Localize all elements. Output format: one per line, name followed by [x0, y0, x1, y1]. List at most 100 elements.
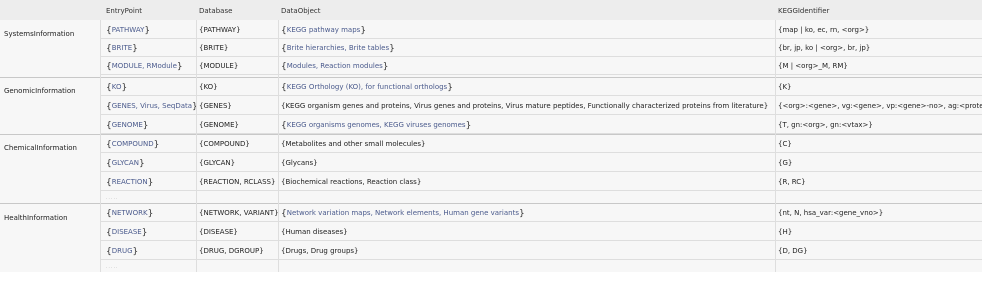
database-cell: {COMPOUND}	[199, 140, 250, 148]
row-divider	[100, 259, 982, 260]
data-object-cell: {Metabolites and other small molecules}	[281, 140, 426, 148]
kegg-identifier-cell: {<org>:<gene>, vg:<gene>, vp:<gene>-no>,…	[778, 102, 982, 110]
kegg-identifier-cell: {K}	[778, 83, 792, 91]
database-cell: {GLYCAN}	[199, 159, 236, 167]
group-label: ChemicalInformation	[4, 144, 77, 152]
entry-point-link[interactable]: KO	[112, 83, 122, 91]
entry-point-link[interactable]: DRUG	[112, 247, 133, 255]
close-brace: }	[142, 121, 149, 131]
table-header-row: EntryPoint Database DataObject KEGGIdent…	[0, 0, 982, 20]
entry-point-link[interactable]: NETWORK	[112, 209, 148, 217]
group-label: GenomicInformation	[4, 87, 76, 95]
entry-point-cell[interactable]: {GENOME}	[106, 120, 149, 131]
entry-point-cell[interactable]: {GLYCAN}	[106, 158, 145, 169]
kegg-identifier-cell: {T, gn:<org>, gn:<vtax>}	[778, 121, 873, 129]
close-brace: }	[389, 44, 395, 54]
column-divider	[196, 20, 197, 272]
entry-point-cell[interactable]: {NETWORK}	[106, 208, 153, 219]
entry-point-cell[interactable]: {PATHWAY}	[106, 25, 150, 36]
group-label: HealthInformation	[4, 214, 68, 222]
group-divider	[0, 203, 982, 204]
kegg-identifier-cell: {H}	[778, 228, 793, 236]
entry-point-cell[interactable]: {DRUG}	[106, 246, 138, 257]
database-cell: {DRUG, DGROUP}	[199, 247, 264, 255]
entry-point-cell[interactable]: {BRITE}	[106, 43, 138, 54]
entry-point-cell[interactable]: {COMPOUND}	[106, 139, 159, 150]
kegg-identifier-cell: {D, DG}	[778, 247, 808, 255]
database-cell: {GENES}	[199, 102, 232, 110]
data-object-cell[interactable]: {Brite hierarchies, Brite tables}	[281, 43, 395, 54]
data-object-link[interactable]: KEGG pathway maps	[287, 26, 361, 34]
entry-point-link[interactable]: GENES, Virus, SeqData	[112, 102, 192, 110]
close-brace: }	[132, 247, 139, 257]
database-cell: {MODULE}	[199, 62, 239, 70]
database-cell: {NETWORK, VARIANT}	[199, 209, 279, 217]
data-object-link[interactable]: Modules, Reaction modules	[287, 62, 383, 70]
entry-point-link[interactable]: GLYCAN	[112, 159, 139, 167]
database-cell: {REACTION, RCLASS}	[199, 178, 276, 186]
kegg-identifier-cell: {C}	[778, 140, 792, 148]
entry-point-link[interactable]: MODULE, RModule	[112, 62, 177, 70]
entry-point-cell[interactable]: {MODULE, RModule}	[106, 61, 183, 72]
entry-point-cell[interactable]: {DISEASE}	[106, 227, 147, 238]
data-object-link[interactable]: Brite hierarchies, Brite tables	[287, 44, 389, 52]
row-divider	[100, 74, 982, 75]
data-object-cell: {KEGG organism genes and proteins, Virus…	[281, 102, 769, 110]
entry-point-cell[interactable]: {KO}	[106, 82, 127, 93]
entry-point-link[interactable]: PATHWAY	[112, 26, 145, 34]
close-brace: }	[138, 159, 145, 169]
column-divider	[278, 20, 279, 272]
group-divider	[0, 134, 982, 135]
kegg-identifier-cell: {map | ko, ec, rn, <org>}	[778, 26, 870, 34]
close-brace: }	[176, 62, 183, 72]
column-header-dataobject: DataObject	[281, 7, 321, 15]
data-object-cell: {Glycans}	[281, 159, 318, 167]
entry-point-link[interactable]: COMPOUND	[112, 140, 154, 148]
data-object-link[interactable]: KEGG organisms genomes, KEGG viruses gen…	[287, 121, 466, 129]
data-object-link[interactable]: Network variation maps, Network elements…	[287, 209, 519, 217]
close-brace: }	[144, 26, 151, 36]
kegg-identifier-cell: {M | <org>_M, RM}	[778, 62, 848, 70]
column-header-entrypoint: EntryPoint	[106, 7, 143, 15]
close-brace: }	[382, 62, 389, 72]
entry-point-cell[interactable]: {REACTION}	[106, 177, 153, 188]
column-divider	[100, 20, 101, 272]
more-rows-indicator[interactable]: · · · · ·	[106, 263, 117, 273]
close-brace: }	[519, 209, 525, 219]
close-brace: }	[153, 140, 160, 150]
data-object-cell[interactable]: {KEGG Orthology (KO), for functional ort…	[281, 82, 453, 93]
data-object-cell: {Drugs, Drug groups}	[281, 247, 359, 255]
database-cell: {GENOME}	[199, 121, 239, 129]
data-object-link[interactable]: KEGG Orthology (KO), for functional orth…	[287, 83, 447, 91]
close-brace: }	[147, 178, 154, 188]
data-object-cell: {Human diseases}	[281, 228, 348, 236]
database-cell: {KO}	[199, 83, 218, 91]
column-header-keggidentifier: KEGGIdentifier	[778, 7, 830, 15]
column-divider	[775, 20, 776, 272]
group-label: SystemsInformation	[4, 30, 75, 38]
data-object-cell[interactable]: {KEGG pathway maps}	[281, 25, 366, 36]
database-cell: {DISEASE}	[199, 228, 238, 236]
kegg-identifier-cell: {br, jp, ko | <org>, br, jp}	[778, 44, 871, 52]
kegg-dataset-table: EntryPoint Database DataObject KEGGIdent…	[0, 0, 982, 284]
entry-point-link[interactable]: BRITE	[112, 44, 132, 52]
column-header-database: Database	[199, 7, 233, 15]
entry-point-link[interactable]: REACTION	[112, 178, 148, 186]
database-cell: {BRITE}	[199, 44, 229, 52]
database-cell: {PATHWAY}	[199, 26, 241, 34]
table-row	[100, 77, 982, 96]
data-object-cell: {Biochemical reactions, Reaction class}	[281, 178, 422, 186]
entry-point-link[interactable]: DISEASE	[112, 228, 142, 236]
entry-point-link[interactable]: GENOME	[112, 121, 143, 129]
kegg-identifier-cell: {R, RC}	[778, 178, 806, 186]
close-brace: }	[141, 228, 148, 238]
kegg-identifier-cell: {G}	[778, 159, 793, 167]
entry-point-cell[interactable]: {GENES, Virus, SeqData}	[106, 101, 198, 112]
group-divider	[0, 77, 982, 78]
data-object-cell[interactable]: {KEGG organisms genomes, KEGG viruses ge…	[281, 120, 471, 131]
data-object-cell[interactable]: {Network variation maps, Network element…	[281, 208, 525, 219]
close-brace: }	[147, 209, 154, 219]
close-brace: }	[447, 83, 453, 93]
close-brace: }	[360, 26, 367, 36]
data-object-cell[interactable]: {Modules, Reaction modules}	[281, 61, 389, 72]
